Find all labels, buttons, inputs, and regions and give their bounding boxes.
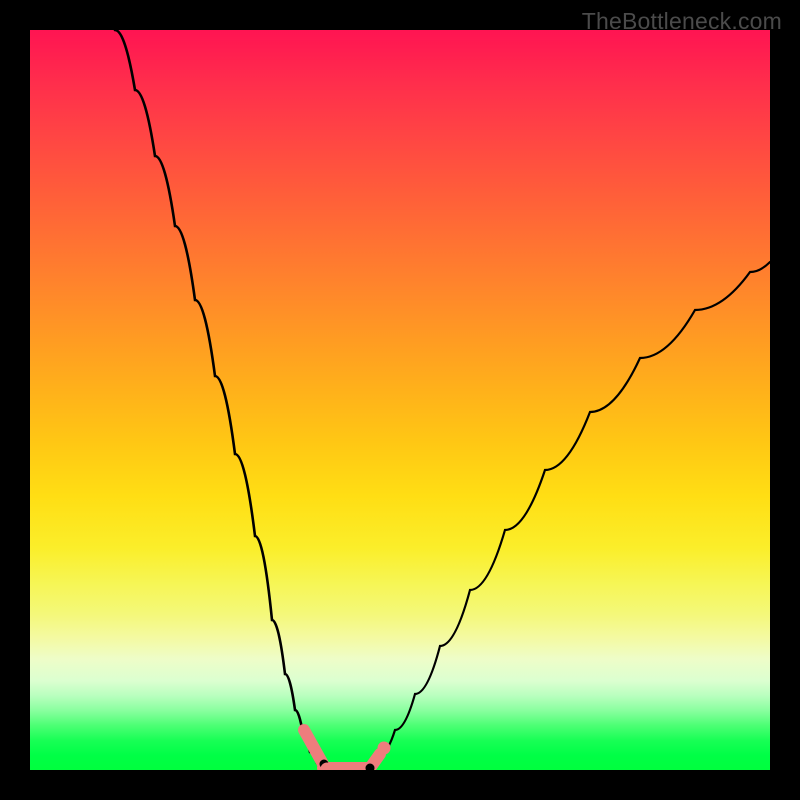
marker-segment: [304, 730, 323, 764]
marker-dot: [378, 742, 391, 755]
watermark-label: TheBottleneck.com: [582, 8, 782, 35]
chart-bottom-markers: [30, 30, 770, 770]
chart-frame: [30, 30, 770, 770]
